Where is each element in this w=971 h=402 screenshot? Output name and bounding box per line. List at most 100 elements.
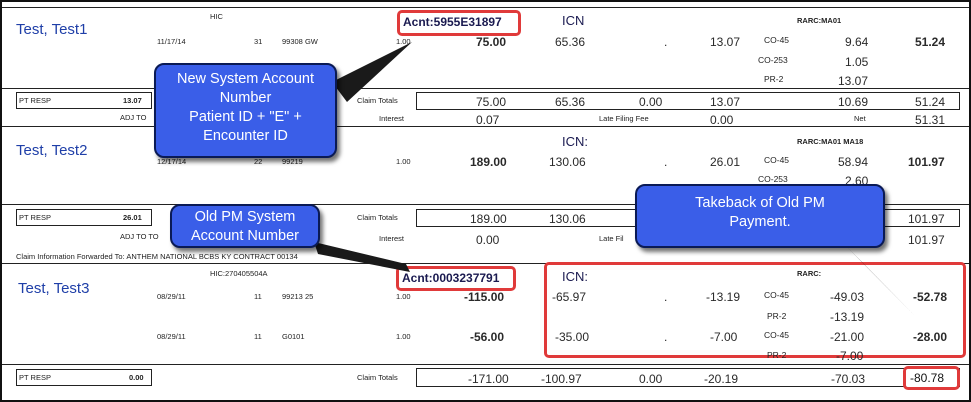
new-account-pointer: [332, 42, 412, 102]
icn-label-3: ICN:: [562, 269, 588, 284]
total-coins: 13.07: [710, 95, 741, 109]
total-billed: 189.00: [470, 212, 507, 226]
service-paid: -52.78: [913, 290, 948, 304]
rarc-label-2: RARC:MA01 MA18: [797, 137, 864, 146]
adj-amount: 9.64: [845, 35, 869, 49]
service-dot: .: [664, 330, 668, 344]
claim-totals-label: Claim Totals: [357, 96, 398, 105]
total-paid: -80.78: [910, 371, 945, 385]
adj-to-label: ADJ TO TO: [120, 232, 159, 241]
adj-amount: 13.07: [838, 74, 869, 88]
total-billed: -171.00: [468, 372, 509, 386]
total-deduct: 0.00: [639, 95, 663, 109]
pt-resp-value: 13.07: [123, 96, 142, 105]
service-code: 99308 GW: [282, 37, 318, 46]
service-pos: 11: [254, 292, 262, 301]
service-paid: -28.00: [913, 330, 948, 344]
total-adj: -70.03: [831, 372, 866, 386]
icn-label-2: ICN:: [562, 134, 588, 149]
service-units: 1.00: [396, 37, 411, 46]
net-value: 51.31: [915, 113, 946, 127]
service-billed: -56.00: [470, 330, 505, 344]
pt-resp-value: 0.00: [129, 373, 144, 382]
service-code: G0101: [282, 332, 305, 341]
callout-line: Old PM System: [194, 209, 296, 225]
callout-line: Patient ID + "E" +: [189, 109, 302, 125]
service-date: 08/29/11: [157, 292, 186, 301]
service-pos: 31: [254, 37, 263, 46]
callout-line: Takeback of Old PM: [695, 195, 825, 211]
net-label: Net: [854, 114, 866, 123]
service-code: 99219: [282, 157, 303, 166]
icn-label-1: ICN: [562, 13, 585, 28]
service-units: 1.00: [396, 332, 411, 341]
service-billed: 189.00: [470, 155, 507, 169]
service-paid: 101.97: [908, 155, 945, 169]
rarc-label-3: RARC:: [797, 269, 822, 278]
service-dot: .: [664, 290, 668, 304]
adj-amount: -7.00: [836, 349, 864, 363]
patient-name-2: Test, Test2: [16, 142, 88, 159]
adj-code: PR-2: [767, 350, 787, 360]
total-allowed: -100.97: [541, 372, 582, 386]
callout-new-system-account: New System Account Number Patient ID + "…: [154, 63, 337, 158]
total-adj: 10.69: [838, 95, 869, 109]
hic-label-3: HIC:270405504A: [210, 269, 268, 278]
service-coins: 26.01: [710, 155, 741, 169]
pt-resp-value: 26.01: [123, 213, 142, 222]
adj-code: PR-2: [764, 74, 784, 84]
adj-code: CO-253: [758, 55, 788, 65]
adj-code: CO-253: [758, 174, 788, 184]
service-coins: 13.07: [710, 35, 741, 49]
total-allowed: 65.36: [555, 95, 586, 109]
patient-name-1: Test, Test1: [16, 21, 88, 38]
adj-amount: 58.94: [838, 155, 869, 169]
patient-name-3: Test, Test3: [18, 280, 90, 297]
adj-to-label: ADJ TO: [120, 113, 147, 122]
callout-takeback: Takeback of Old PM Payment.: [635, 184, 885, 248]
old-account-number: Acnt:0003237791: [402, 271, 500, 285]
service-units: 1.00: [396, 292, 411, 301]
service-pos: 22: [254, 157, 263, 166]
adj-code: CO-45: [764, 330, 790, 340]
service-units: 1.00: [396, 157, 411, 166]
takeback-highlight: [544, 262, 966, 358]
service-date: 11/17/14: [157, 37, 186, 46]
service-code: 99213 25: [282, 292, 314, 301]
interest-value: 0.07: [476, 113, 500, 127]
adj-amount: 1.05: [845, 55, 869, 69]
service-coins: -13.19: [706, 290, 741, 304]
claim-totals-label: Claim Totals: [357, 213, 398, 222]
interest-label: Interest: [379, 234, 405, 243]
adj-code: CO-45: [764, 290, 790, 300]
callout-line: Account Number: [191, 228, 299, 244]
service-allowed: 130.06: [549, 155, 586, 169]
interest-label: Interest: [379, 114, 405, 123]
pt-resp-label: PT RESP: [19, 373, 51, 382]
net-value: 101.97: [908, 233, 945, 247]
new-account-number: Acnt:5955E31897: [403, 15, 502, 29]
adj-amount: -21.00: [830, 330, 865, 344]
pt-resp-label: PT RESP: [19, 96, 51, 105]
adj-amount: -13.19: [830, 310, 865, 324]
service-pos: 11: [254, 332, 262, 341]
total-billed: 75.00: [476, 95, 507, 109]
callout-old-pm-account: Old PM System Account Number: [170, 204, 320, 248]
hic-label-1: HIC: [210, 12, 223, 21]
old-account-pointer: [314, 242, 410, 272]
callout-line: New System Account: [177, 71, 314, 87]
service-allowed: -65.97: [552, 290, 587, 304]
total-paid: 101.97: [908, 212, 945, 226]
callout-line: Number: [219, 90, 272, 106]
interest-value: 0.00: [476, 233, 500, 247]
rarc-label-1: RARC:MA01: [797, 16, 842, 25]
service-allowed: -35.00: [555, 330, 590, 344]
service-allowed: 65.36: [555, 35, 586, 49]
claim-totals-label: Claim Totals: [357, 373, 398, 382]
late-fee-label: Late Fil: [599, 234, 624, 243]
total-allowed: 130.06: [549, 212, 586, 226]
service-date: 08/29/11: [157, 332, 186, 341]
service-paid: 51.24: [915, 35, 946, 49]
service-dot: .: [664, 35, 668, 49]
service-coins: -7.00: [710, 330, 738, 344]
